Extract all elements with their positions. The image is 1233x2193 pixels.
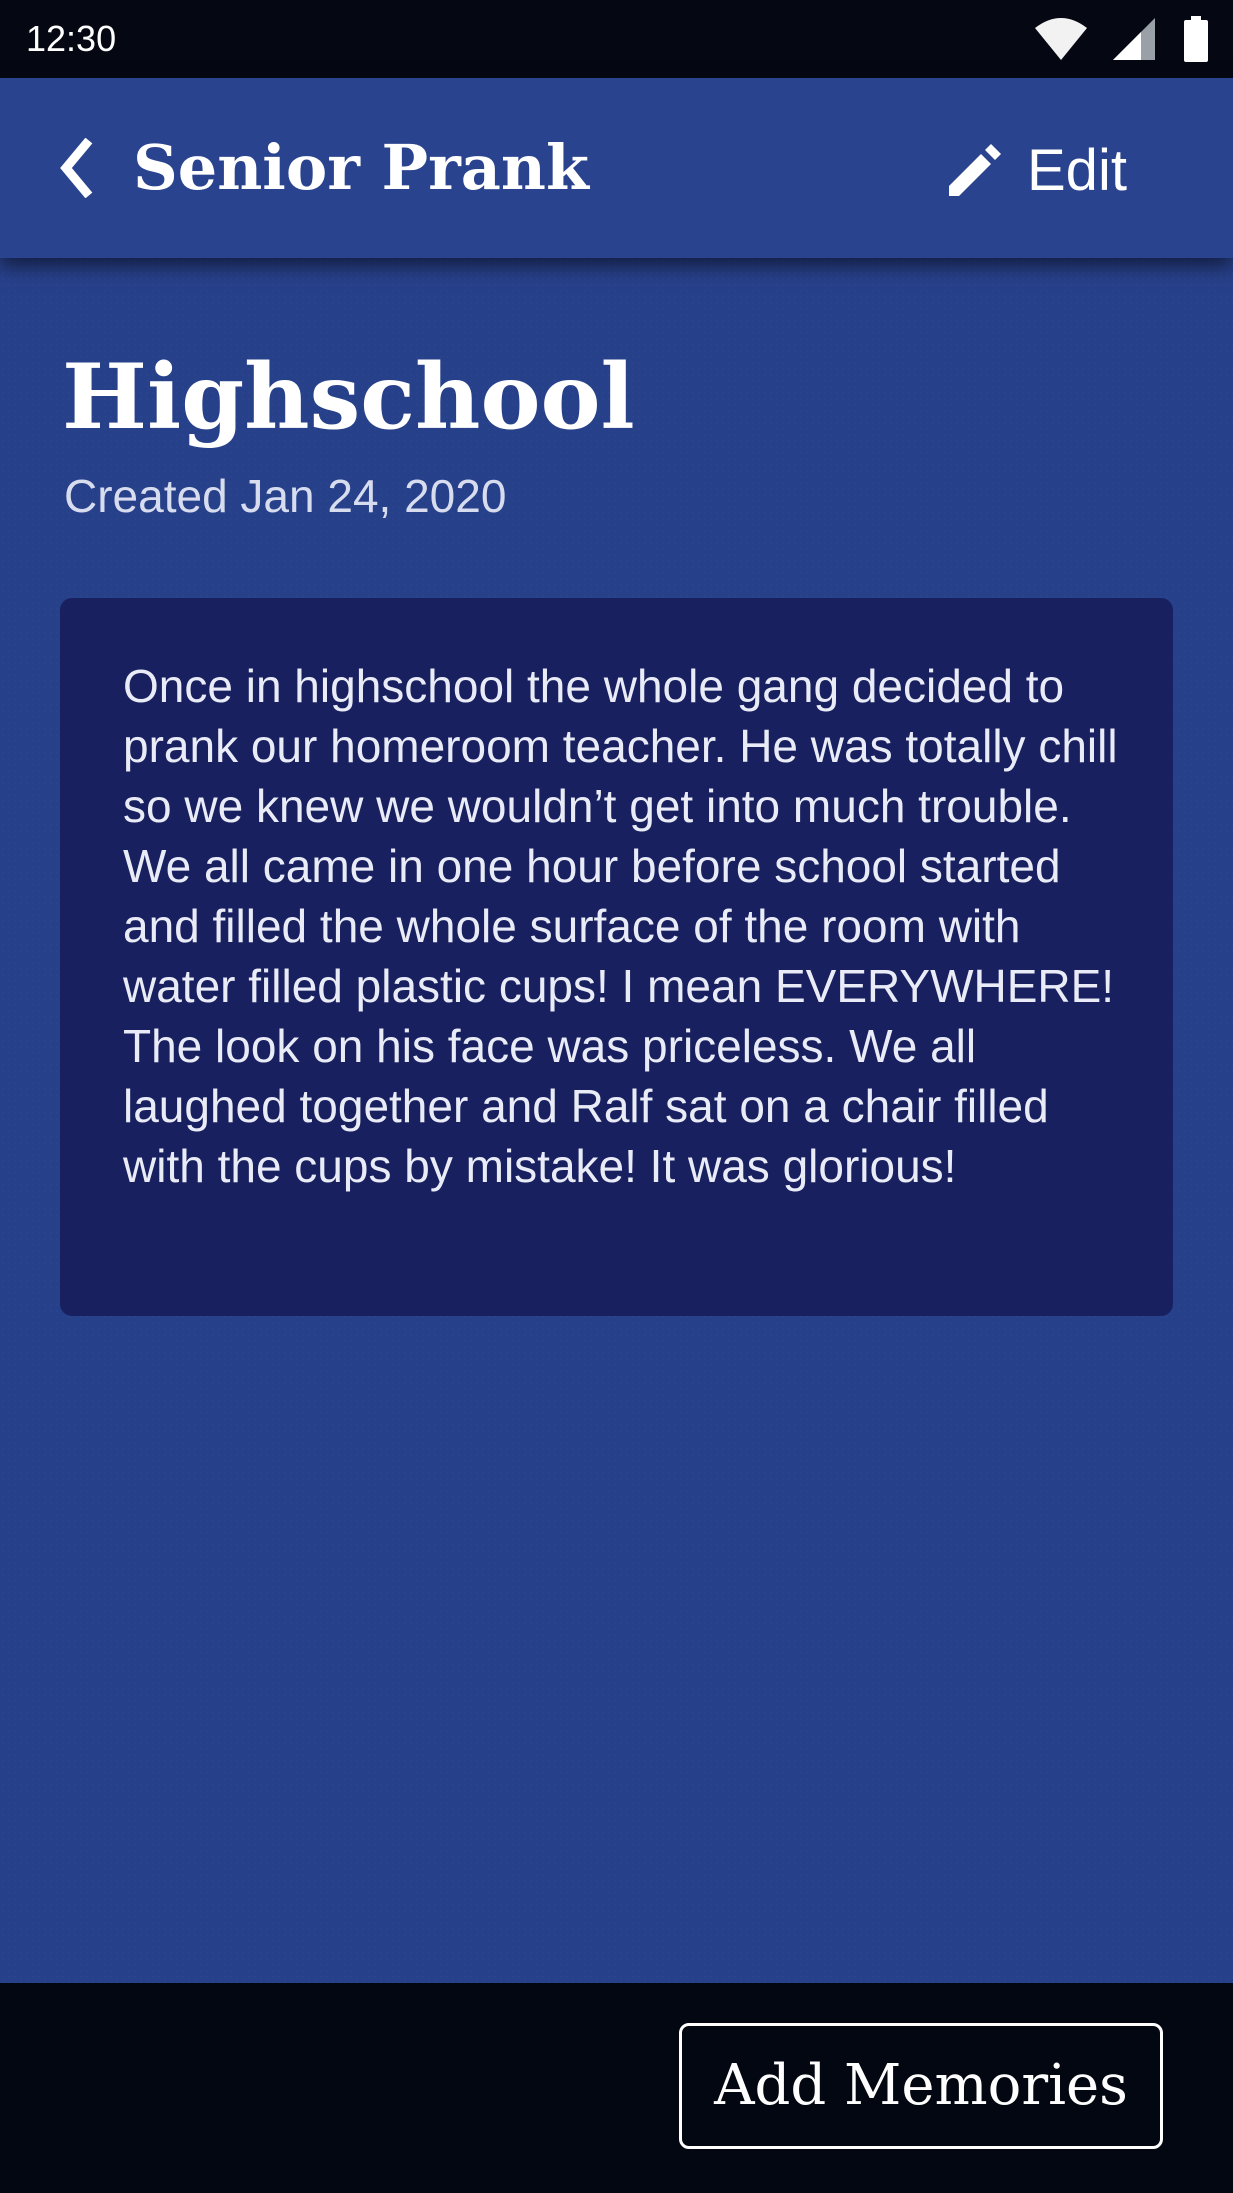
memory-content: Highschool Created Jan 24, 2020 Once in … xyxy=(0,258,1233,1983)
story-text: Once in highschool the whole gang decide… xyxy=(123,660,1118,1192)
memory-heading: Highschool xyxy=(62,344,635,450)
story-card: Once in highschool the whole gang decide… xyxy=(60,598,1173,1316)
battery-icon xyxy=(1184,16,1208,62)
chevron-left-icon[interactable] xyxy=(56,138,96,198)
app-title: Senior Prank xyxy=(133,131,589,204)
status-time: 12:30 xyxy=(26,18,117,59)
created-date: Created Jan 24, 2020 xyxy=(64,470,507,522)
wifi-icon xyxy=(1035,18,1087,60)
edit-label: Edit xyxy=(1027,138,1127,203)
pencil-icon xyxy=(949,144,1001,196)
bottom-bar: Add Memories xyxy=(0,1983,1233,2193)
edit-button[interactable]: Edit xyxy=(943,130,1173,210)
add-memories-button[interactable]: Add Memories xyxy=(679,2023,1163,2149)
status-bar: 12:30 xyxy=(0,0,1233,78)
app-bar: Senior Prank Edit xyxy=(0,78,1233,258)
signal-icon xyxy=(1113,18,1155,60)
